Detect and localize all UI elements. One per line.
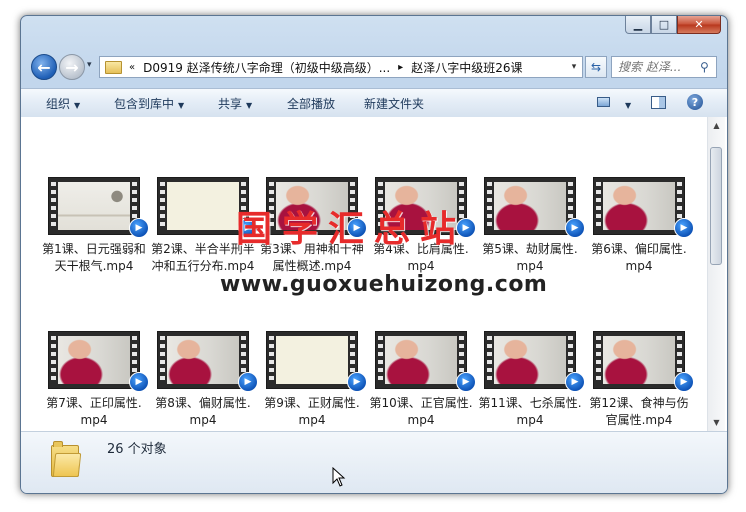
folder-icon: [51, 441, 82, 477]
command-bar: 组织 ▼ 包含到库中 ▼ 共享 ▼ 全部播放 新建文件夹 ▼ ?: [21, 88, 727, 118]
media-player-icon: ▶: [456, 372, 476, 392]
address-dropdown-icon[interactable]: ▾: [566, 62, 582, 72]
file-name: 第6课、偏印属性.mp4: [591, 242, 687, 273]
scroll-up-icon[interactable]: ▲: [708, 117, 725, 134]
watermark-url: www.guoxuehuizong.com: [220, 272, 548, 297]
chevron-down-icon: ▼: [246, 101, 253, 110]
item-count: 26 个对象: [107, 442, 167, 457]
scrollbar-thumb[interactable]: [710, 147, 722, 265]
maximize-button[interactable]: □: [651, 16, 677, 34]
mouse-cursor-icon: [332, 467, 346, 487]
file-item[interactable]: ▶ 第1课、日元强弱和天干根气.mp4: [41, 177, 149, 293]
media-player-icon: ▶: [674, 218, 694, 238]
media-player-icon: ▶: [347, 372, 367, 392]
include-in-library-label: 包含到库中: [114, 97, 175, 111]
search-input[interactable]: [618, 60, 698, 74]
change-view-icon[interactable]: [597, 97, 610, 107]
organize-label: 组织: [46, 97, 71, 111]
chevron-down-icon: ▼: [178, 101, 185, 110]
vertical-scrollbar[interactable]: ▲ ▼: [707, 117, 725, 431]
video-thumbnail: [266, 331, 358, 389]
share-label: 共享: [218, 97, 243, 111]
file-name: 第9课、正财属性.mp4: [264, 396, 360, 427]
close-button[interactable]: ✕: [677, 16, 721, 34]
forward-button[interactable]: →: [59, 54, 85, 80]
search-icon[interactable]: ⚲: [700, 60, 709, 74]
video-thumbnail: [48, 177, 140, 235]
chevron-down-icon: ▼: [74, 101, 81, 110]
chevron-down-icon: ▼: [625, 101, 632, 110]
organize-menu[interactable]: 组织 ▼: [46, 95, 80, 112]
recent-pages-dropdown[interactable]: ▾: [87, 60, 92, 70]
video-thumbnail: [593, 331, 685, 389]
file-name: 第8课、偏财属性.mp4: [155, 396, 251, 427]
back-button[interactable]: ←: [31, 54, 57, 80]
scroll-down-icon[interactable]: ▼: [708, 414, 725, 431]
file-name: 第1课、日元强弱和天干根气.mp4: [42, 242, 146, 273]
file-name: 第10课、正官属性.mp4: [369, 396, 473, 427]
address-bar[interactable]: « D0919 赵泽传统八字命理（初级中级高级）... ▸ 赵泽八字中级班26课…: [99, 56, 583, 78]
file-item[interactable]: ▶ 第7课、正印属性.mp4: [41, 331, 149, 447]
watermark-title: 国学汇总站: [236, 209, 467, 250]
minimize-button[interactable]: ▁: [625, 16, 651, 34]
file-name: 第5课、劫财属性.mp4: [482, 242, 578, 273]
video-thumbnail: [484, 177, 576, 235]
file-item[interactable]: ▶ 第9课、正财属性.mp4: [259, 331, 367, 447]
back-arrow-icon: ←: [37, 57, 51, 77]
media-player-icon: ▶: [565, 218, 585, 238]
include-in-library-menu[interactable]: 包含到库中 ▼: [114, 95, 184, 112]
file-item[interactable]: ▶ 第10课、正官属性.mp4: [368, 331, 476, 447]
media-player-icon: ▶: [565, 372, 585, 392]
breadcrumb-separator-icon[interactable]: ▸: [395, 62, 406, 73]
details-pane: 26 个对象: [21, 432, 727, 493]
video-thumbnail: [157, 331, 249, 389]
share-menu[interactable]: 共享 ▼: [218, 95, 252, 112]
video-thumbnail: [375, 331, 467, 389]
view-options-dropdown[interactable]: ▼: [621, 97, 631, 111]
file-name: 第12课、食神与伤官属性.mp4: [589, 396, 689, 427]
file-name: 第7课、正印属性.mp4: [46, 396, 142, 427]
play-all-button[interactable]: 全部播放: [287, 95, 335, 112]
caption-buttons: ▁ □ ✕: [625, 16, 721, 34]
forward-arrow-icon: →: [65, 57, 79, 77]
file-item[interactable]: ▶ 第11课、七杀属性.mp4: [477, 331, 585, 447]
refresh-icon: ⇆: [590, 60, 602, 74]
media-player-icon: ▶: [674, 372, 694, 392]
media-player-icon: ▶: [238, 372, 258, 392]
refresh-button[interactable]: ⇆: [585, 56, 607, 78]
preview-pane-icon[interactable]: [651, 96, 666, 109]
file-item[interactable]: ▶ 第8课、偏财属性.mp4: [150, 331, 258, 447]
explorer-window: ▁ □ ✕ ← → ▾ « D0919 赵泽传统八字命理（初级中级高级）... …: [20, 15, 728, 494]
new-folder-button[interactable]: 新建文件夹: [364, 95, 424, 112]
address-overflow-chevron[interactable]: «: [126, 62, 138, 73]
breadcrumb-segment-current[interactable]: 赵泽八字中级班26课: [406, 59, 527, 76]
help-icon[interactable]: ?: [687, 94, 703, 110]
video-thumbnail: [484, 331, 576, 389]
video-thumbnail: [593, 177, 685, 235]
search-box[interactable]: ⚲: [611, 56, 717, 78]
breadcrumb-segment-parent[interactable]: D0919 赵泽传统八字命理（初级中级高级）...: [138, 59, 395, 76]
video-thumbnail: [48, 331, 140, 389]
file-item[interactable]: ▶ 第12课、食神与伤官属性.mp4: [586, 331, 694, 447]
file-item[interactable]: ▶ 第6课、偏印属性.mp4: [586, 177, 694, 293]
media-player-icon: ▶: [129, 372, 149, 392]
media-player-icon: ▶: [129, 218, 149, 238]
folder-icon: [105, 60, 122, 74]
file-name: 第11课、七杀属性.mp4: [478, 396, 582, 427]
